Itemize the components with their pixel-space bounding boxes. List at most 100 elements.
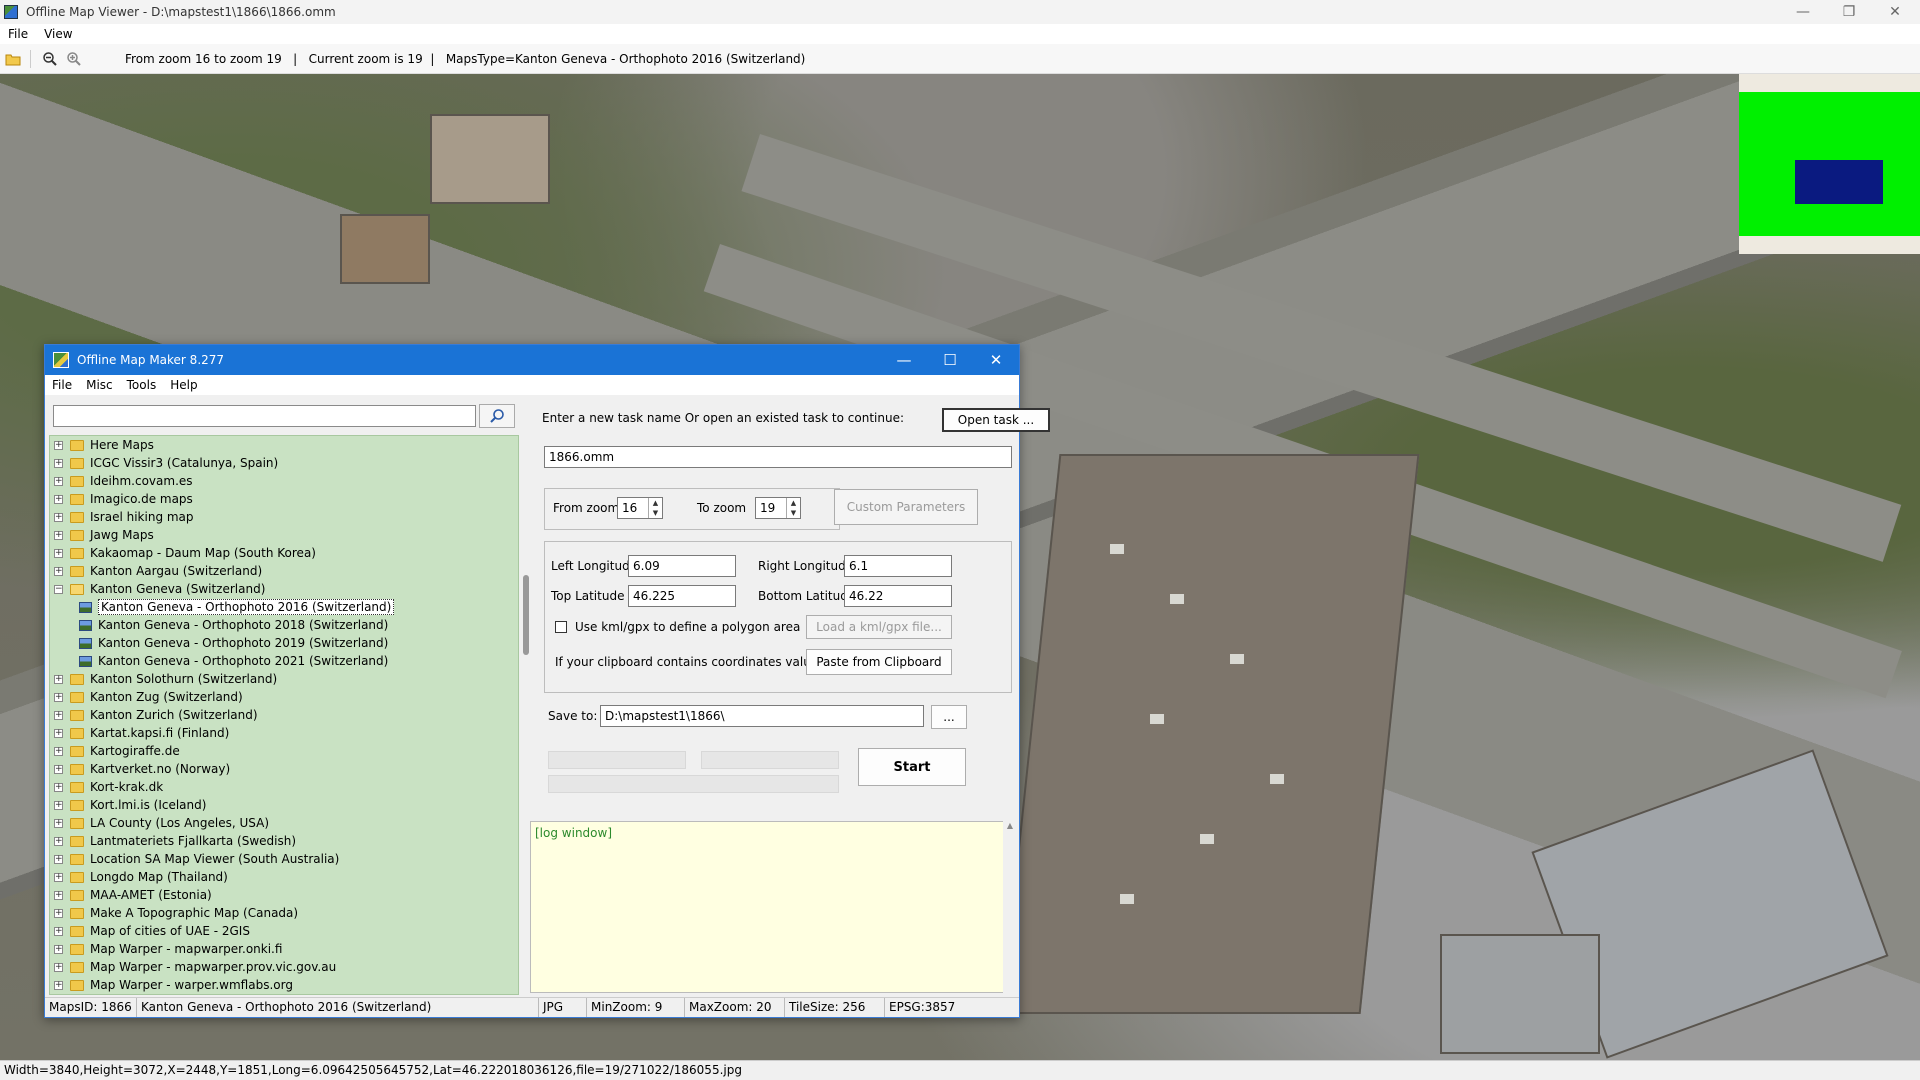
- tree-scrollbar-thumb[interactable]: [523, 575, 529, 655]
- search-button[interactable]: [479, 404, 515, 428]
- expand-icon[interactable]: +: [54, 566, 63, 576]
- tree-item[interactable]: + Kanton Solothurn (Switzerland): [50, 670, 518, 688]
- tree-item-label: Kanton Geneva (Switzerland): [90, 582, 266, 596]
- log-window[interactable]: [log window]: [530, 821, 1004, 993]
- load-kml-button[interactable]: Load a kml/gpx file...: [806, 615, 952, 639]
- scroll-up-icon[interactable]: ▲: [1007, 821, 1013, 830]
- dialog-maximize-button[interactable]: ☐: [927, 345, 973, 375]
- tree-item[interactable]: + Kanton Aargau (Switzerland): [50, 562, 518, 580]
- expand-icon[interactable]: +: [54, 692, 63, 702]
- left-longitude-field[interactable]: 6.09: [628, 555, 736, 577]
- tree-item[interactable]: + Map Warper - mapwarper.onki.fi: [50, 940, 518, 958]
- tree-item[interactable]: + Imagico.de maps: [50, 490, 518, 508]
- tree-item[interactable]: + Here Maps: [50, 436, 518, 454]
- open-folder-button[interactable]: [2, 48, 24, 70]
- expand-icon[interactable]: +: [54, 440, 63, 450]
- tree-item[interactable]: + Map Warper - warper.wmflabs.org: [50, 976, 518, 994]
- expand-icon[interactable]: +: [54, 800, 63, 810]
- tree-item[interactable]: + Jawg Maps: [50, 526, 518, 544]
- tree-item[interactable]: − Kanton Geneva (Switzerland): [50, 580, 518, 598]
- expand-icon[interactable]: +: [54, 908, 63, 918]
- custom-parameters-button[interactable]: Custom Parameters: [834, 489, 978, 525]
- collapse-icon[interactable]: −: [54, 584, 63, 594]
- right-longitude-field[interactable]: 6.1: [844, 555, 952, 577]
- expand-icon[interactable]: +: [54, 728, 63, 738]
- dialog-close-button[interactable]: ✕: [973, 345, 1019, 375]
- expand-icon[interactable]: +: [54, 512, 63, 522]
- restore-button[interactable]: ❐: [1826, 0, 1872, 24]
- tree-item[interactable]: + Map of cities of UAE - 2GIS: [50, 922, 518, 940]
- tree-item[interactable]: + Lantmateriets Fjallkarta (Swedish): [50, 832, 518, 850]
- tree-item[interactable]: + Kartverket.no (Norway): [50, 760, 518, 778]
- stepper-arrows-icon[interactable]: ▲ ▼: [786, 498, 800, 518]
- use-kml-checkbox[interactable]: [555, 621, 567, 633]
- map-search-input[interactable]: [53, 405, 476, 427]
- expand-icon[interactable]: +: [54, 674, 63, 684]
- tree-item[interactable]: + Ideihm.covam.es: [50, 472, 518, 490]
- tree-item[interactable]: + Make A Topographic Map (Canada): [50, 904, 518, 922]
- expand-icon[interactable]: +: [54, 872, 63, 882]
- tree-item[interactable]: Kanton Geneva - Orthophoto 2019 (Switzer…: [50, 634, 518, 652]
- to-zoom-stepper[interactable]: 19 ▲ ▼: [755, 497, 801, 519]
- dialog-minimize-button[interactable]: —: [881, 345, 927, 375]
- expand-icon[interactable]: +: [54, 836, 63, 846]
- bottom-latitude-field[interactable]: 46.22: [844, 585, 952, 607]
- tree-item[interactable]: Kanton Geneva - Orthophoto 2021 (Switzer…: [50, 652, 518, 670]
- dialog-menu-misc[interactable]: Misc: [79, 378, 120, 392]
- open-task-button[interactable]: Open task ...: [942, 408, 1050, 432]
- tree-item[interactable]: + Map Warper - mapwarper.prov.vic.gov.au: [50, 958, 518, 976]
- minimize-button[interactable]: —: [1780, 0, 1826, 24]
- tree-item[interactable]: + Israel hiking map: [50, 508, 518, 526]
- menu-file[interactable]: File: [0, 27, 36, 41]
- tree-item[interactable]: + Kanton Zug (Switzerland): [50, 688, 518, 706]
- tree-item[interactable]: Kanton Geneva - Orthophoto 2016 (Switzer…: [50, 598, 518, 616]
- dialog-menu-file[interactable]: File: [45, 378, 79, 392]
- tree-item[interactable]: + Kakaomap - Daum Map (South Korea): [50, 544, 518, 562]
- stepper-arrows-icon[interactable]: ▲ ▼: [648, 498, 662, 518]
- tree-item[interactable]: Kanton Geneva - Orthophoto 2018 (Switzer…: [50, 616, 518, 634]
- map-source-tree[interactable]: + Here Maps + ICGC Vissir3 (Catalunya, Spai…: [49, 435, 519, 995]
- expand-icon[interactable]: +: [54, 962, 63, 972]
- log-scrollbar[interactable]: ▲: [1003, 821, 1017, 993]
- overview-minimap[interactable]: [1739, 74, 1920, 254]
- expand-icon[interactable]: +: [54, 458, 63, 468]
- tree-item[interactable]: + Kort.lmi.is (Iceland): [50, 796, 518, 814]
- expand-icon[interactable]: +: [54, 854, 63, 864]
- expand-icon[interactable]: +: [54, 476, 63, 486]
- tree-item[interactable]: + Kartogiraffe.de: [50, 742, 518, 760]
- expand-icon[interactable]: +: [54, 746, 63, 756]
- tree-item[interactable]: + Location SA Map Viewer (South Australia…: [50, 850, 518, 868]
- dialog-menu-tools[interactable]: Tools: [120, 378, 164, 392]
- start-button[interactable]: Start: [858, 748, 966, 786]
- expand-icon[interactable]: +: [54, 764, 63, 774]
- zoom-in-button[interactable]: [63, 48, 85, 70]
- expand-icon[interactable]: +: [54, 980, 63, 990]
- zoom-out-button[interactable]: [39, 48, 61, 70]
- from-zoom-stepper[interactable]: 16 ▲ ▼: [617, 497, 663, 519]
- expand-icon[interactable]: +: [54, 548, 63, 558]
- expand-icon[interactable]: +: [54, 926, 63, 936]
- expand-icon[interactable]: +: [54, 710, 63, 720]
- top-latitude-field[interactable]: 46.225: [628, 585, 736, 607]
- close-button[interactable]: ✕: [1872, 0, 1918, 24]
- expand-icon[interactable]: +: [54, 530, 63, 540]
- tree-item[interactable]: + MAA-AMET (Estonia): [50, 886, 518, 904]
- expand-icon[interactable]: +: [54, 890, 63, 900]
- expand-icon[interactable]: +: [54, 944, 63, 954]
- expand-icon[interactable]: +: [54, 818, 63, 828]
- tree-item[interactable]: + Longdo Map (Thailand): [50, 868, 518, 886]
- paste-from-clipboard-button[interactable]: Paste from Clipboard: [806, 649, 952, 675]
- expand-icon[interactable]: +: [54, 494, 63, 504]
- menu-view[interactable]: View: [36, 27, 80, 41]
- tree-item[interactable]: + Kort-krak.dk: [50, 778, 518, 796]
- tree-item[interactable]: + Kanton Zurich (Switzerland): [50, 706, 518, 724]
- browse-button[interactable]: ...: [931, 705, 967, 729]
- task-name-field[interactable]: 1866.omm: [544, 446, 1012, 468]
- tree-item[interactable]: + Kartat.kapsi.fi (Finland): [50, 724, 518, 742]
- save-to-field[interactable]: D:\mapstest1\1866\: [600, 705, 924, 727]
- dialog-menu-help[interactable]: Help: [163, 378, 204, 392]
- expand-icon[interactable]: +: [54, 782, 63, 792]
- minimap-viewport[interactable]: [1795, 160, 1883, 204]
- tree-item[interactable]: + ICGC Vissir3 (Catalunya, Spain): [50, 454, 518, 472]
- tree-item[interactable]: + LA County (Los Angeles, USA): [50, 814, 518, 832]
